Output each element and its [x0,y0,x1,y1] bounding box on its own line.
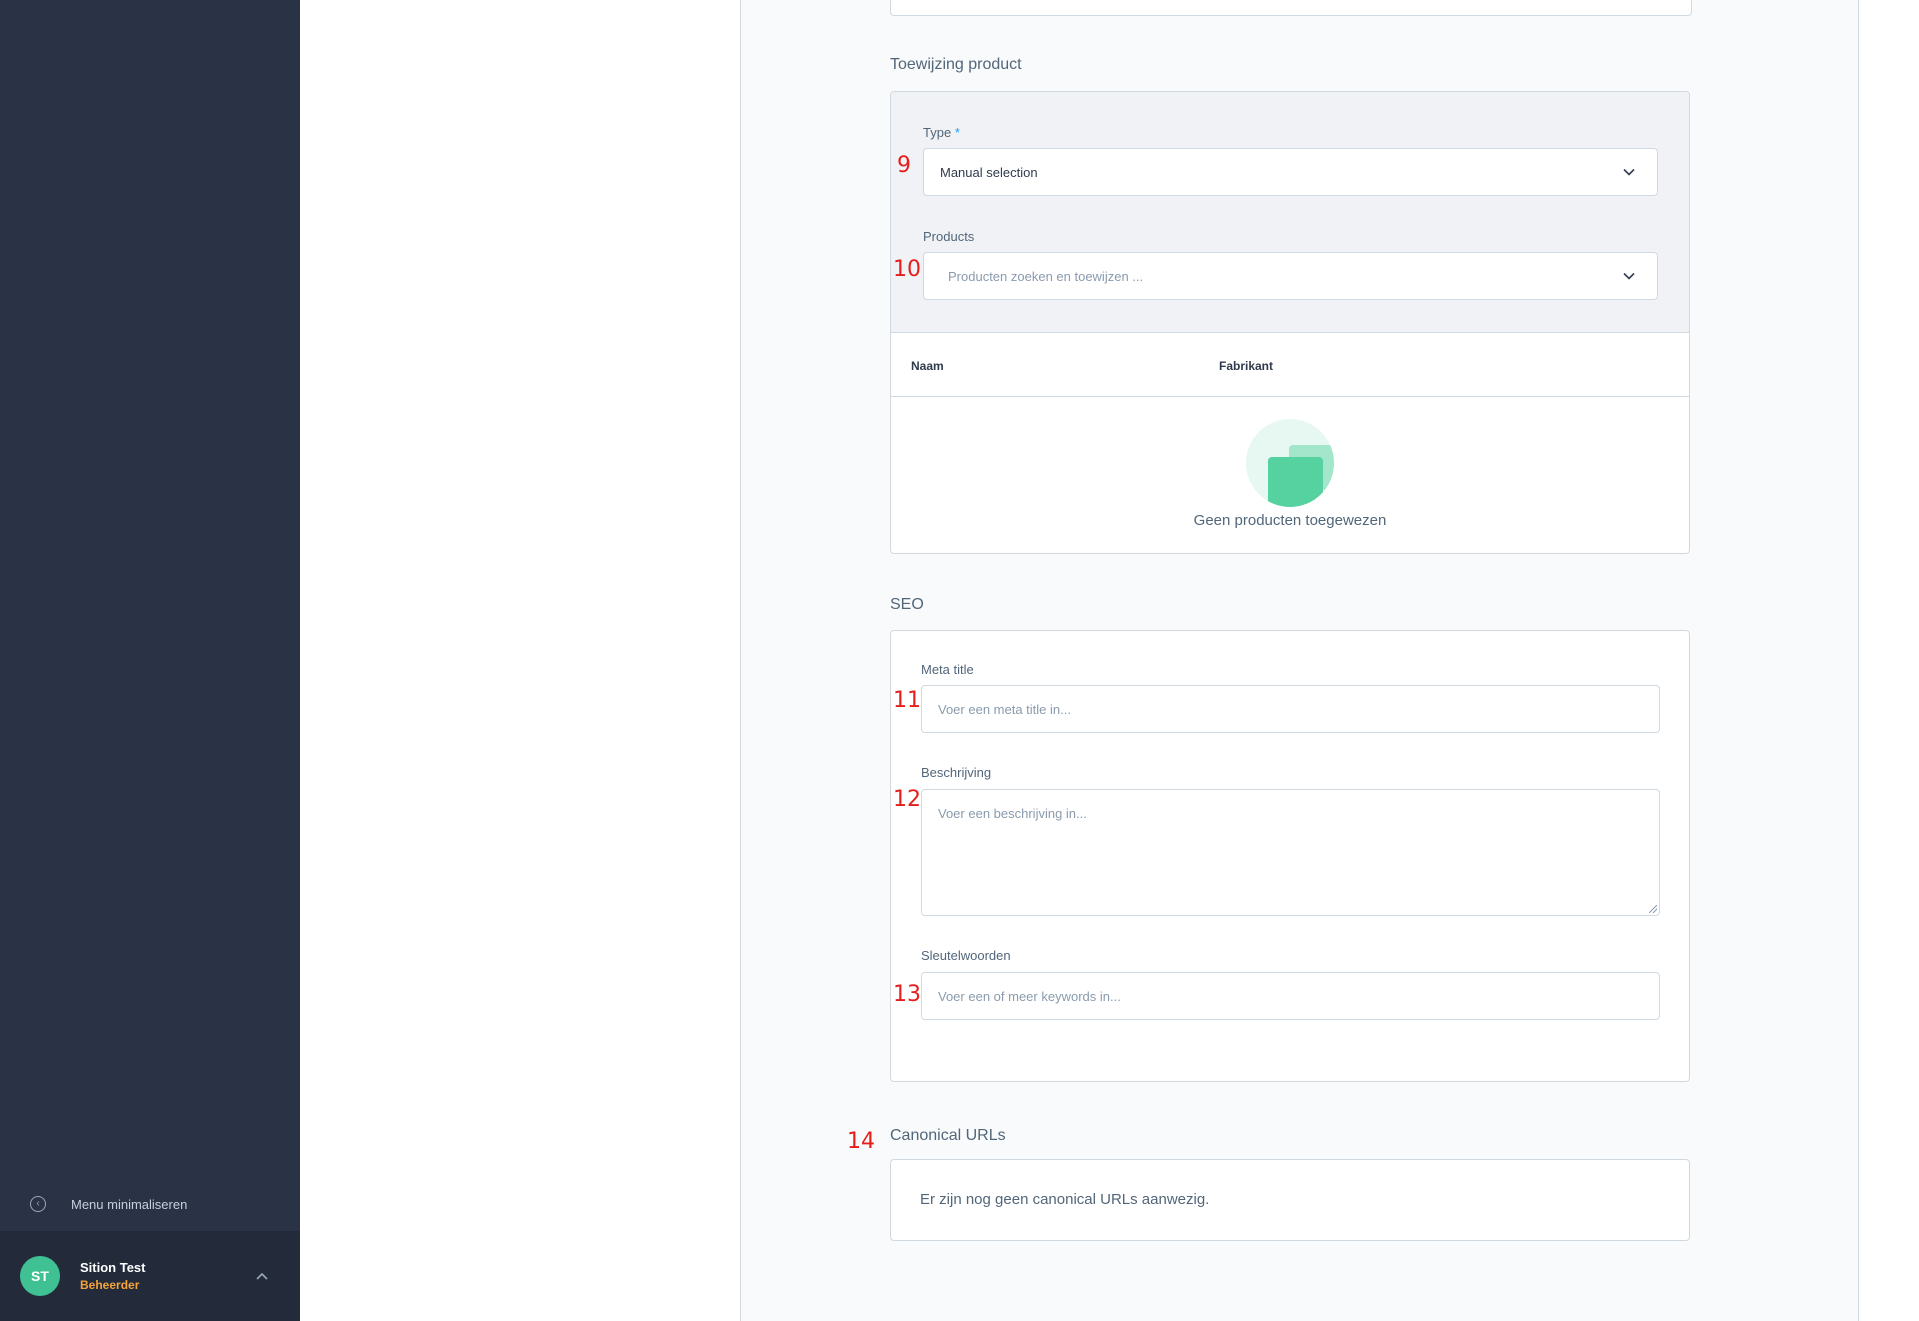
user-info: Sition Test Beheerder [80,1260,256,1292]
keywords-input[interactable]: Voer een of meer keywords in... [921,972,1660,1020]
meta-title-input[interactable]: Voer een meta title in... [921,685,1660,733]
table-top-divider [890,332,1690,333]
avatar: ST [20,1256,60,1296]
previous-card [890,0,1692,16]
annotation-13: 13 [893,982,921,1007]
table-header-naam[interactable]: Naam [911,359,944,373]
annotation-14: 14 [847,1129,875,1154]
empty-products-text: Geen producten toegewezen [1193,512,1387,529]
chevron-left-circle-icon: ‹ [30,1196,46,1212]
resize-handle-icon[interactable] [1649,905,1657,913]
description-textarea[interactable]: Voer een beschrijving in... [921,789,1660,916]
products-label: Products [923,229,975,244]
meta-title-placeholder: Voer een meta title in... [938,701,1071,717]
type-label-text: Type [923,125,952,140]
user-menu[interactable]: ST Sition Test Beheerder [0,1231,300,1321]
annotation-10: 10 [893,257,921,282]
empty-state: Geen producten toegewezen [890,419,1690,529]
user-name: Sition Test [80,1260,146,1275]
table-header-divider [890,396,1690,397]
keywords-label: Sleutelwoorden [921,948,1011,963]
chevron-up-icon[interactable] [256,1269,268,1283]
collapse-menu-button[interactable]: ‹ Menu minimaliseren [30,1196,187,1212]
type-select-value: Manual selection [940,164,1038,180]
user-role: Beheerder [80,1278,140,1292]
annotation-11: 11 [893,688,921,713]
collapse-menu-label: Menu minimaliseren [71,1196,188,1212]
type-select[interactable]: Manual selection [923,148,1658,196]
products-search-placeholder: Producten zoeken en toewijzen ... [948,268,1144,284]
seo-section-title: SEO [890,596,924,613]
annotation-9: 9 [897,153,911,178]
canonical-empty-text: Er zijn nog geen canonical URLs aanwezig… [920,1191,1210,1208]
type-label: Type * [923,125,960,140]
empty-products-icon [1246,419,1334,507]
canonical-section-title: Canonical URLs [890,1127,1006,1144]
sidebar: ‹ Menu minimaliseren ST Sition Test Behe… [0,0,300,1321]
chevron-down-icon [1623,269,1635,284]
meta-title-label: Meta title [921,662,974,677]
required-mark: * [954,125,960,140]
table-header-fabrikant[interactable]: Fabrikant [1219,359,1273,373]
description-placeholder: Voer een beschrijving in... [938,806,1087,821]
keywords-placeholder: Voer een of meer keywords in... [938,988,1121,1004]
assignment-section-title: Toewijzing product [890,56,1022,73]
products-search-select[interactable]: Producten zoeken en toewijzen ... [923,252,1658,300]
annotation-12: 12 [893,787,921,812]
chevron-down-icon [1623,165,1635,180]
description-label: Beschrijving [921,765,992,780]
